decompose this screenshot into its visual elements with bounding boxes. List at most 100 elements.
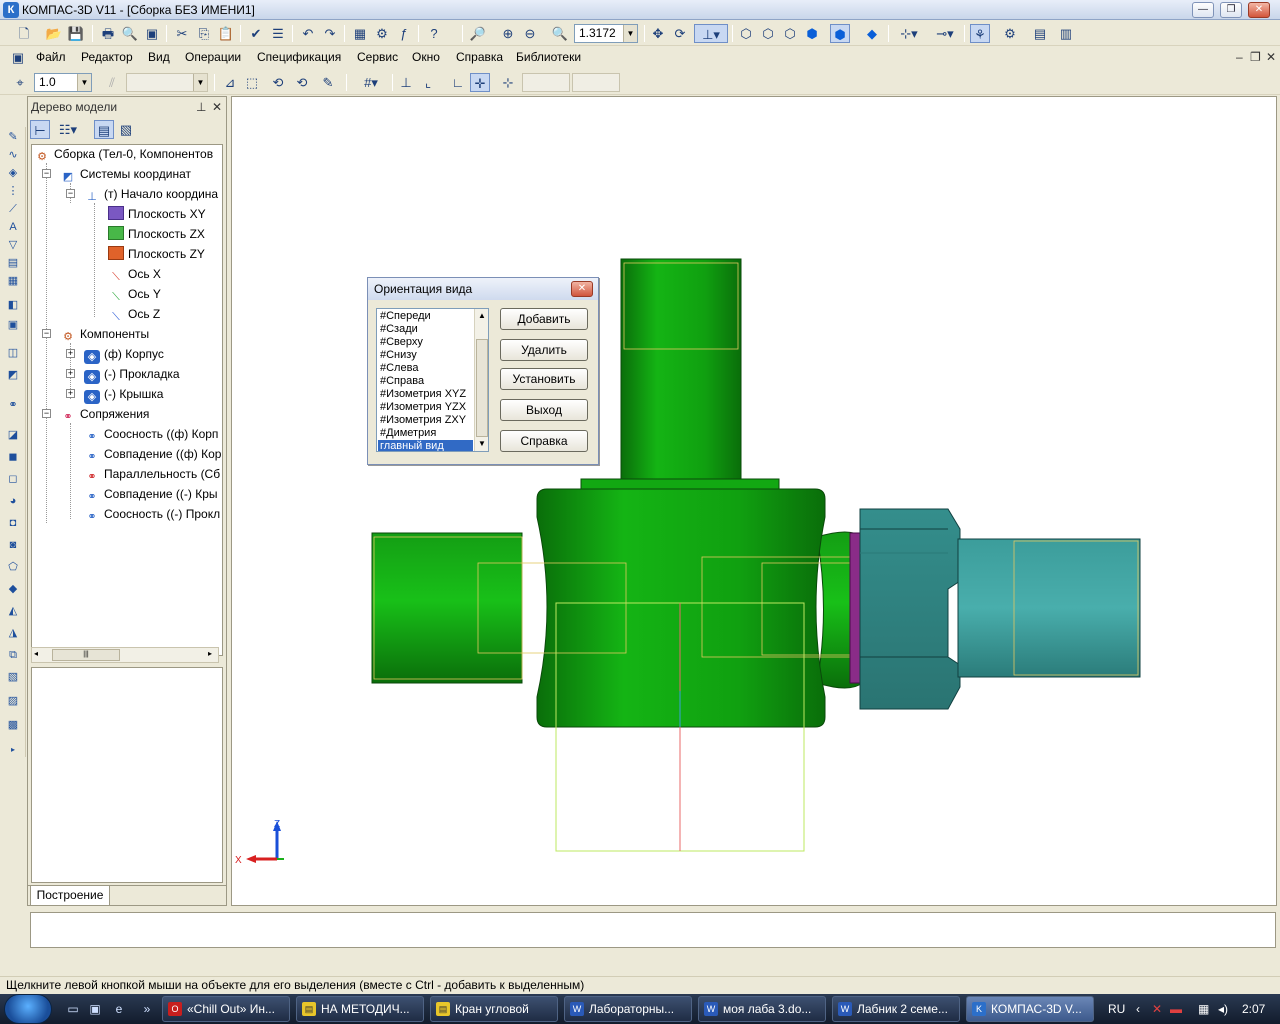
rib-icon[interactable]: ◆ bbox=[4, 581, 22, 598]
tree-node-plane-xy[interactable]: Плоскость XY bbox=[108, 205, 206, 223]
paste-icon[interactable]: 📋 bbox=[216, 24, 236, 43]
scroll-thumb[interactable]: ||| bbox=[52, 649, 120, 661]
zoom-out-icon[interactable]: ⊖ bbox=[520, 24, 540, 43]
snap-toggle-icon[interactable]: ✛ bbox=[470, 73, 490, 92]
tree-node-axis-x[interactable]: ⟍ Ось X bbox=[108, 265, 161, 283]
local-cs-icon[interactable]: ⊿ bbox=[220, 73, 240, 92]
tree-node-cover[interactable]: ◈ (-) Крышка bbox=[84, 385, 163, 404]
delete-button[interactable]: Удалить bbox=[500, 339, 588, 361]
properties-panel-icon[interactable]: ▤ bbox=[1030, 24, 1050, 43]
ie-icon[interactable]: e bbox=[110, 1000, 128, 1018]
scroll-down-icon[interactable]: ▼ bbox=[478, 439, 486, 448]
menu-file[interactable]: Файл bbox=[36, 50, 66, 64]
arrays-icon[interactable]: ⋮ bbox=[4, 183, 22, 200]
tree-node-plane-zx[interactable]: Плоскость ZX bbox=[108, 225, 205, 243]
doc-minimize-icon[interactable]: – bbox=[1236, 50, 1243, 64]
tree-node-assembly[interactable]: ⚙ Сборка (Тел-0, Компонентов bbox=[34, 145, 213, 163]
tab-construction[interactable]: Построение bbox=[30, 886, 110, 906]
view-list[interactable]: #Спереди #Сзади #Сверху #Снизу #Слева #С… bbox=[376, 308, 489, 452]
step-combo[interactable]: 1.0 ▼ bbox=[34, 73, 92, 92]
list-scrollbar[interactable]: ▲ ▼ bbox=[474, 309, 488, 451]
scroll-up-icon[interactable]: ▲ bbox=[478, 311, 486, 320]
sketch-icon[interactable]: A bbox=[4, 219, 22, 236]
shaded-icon[interactable]: ⬢ bbox=[802, 24, 822, 43]
cut-icon[interactable]: ✂ bbox=[172, 24, 192, 43]
variables-icon[interactable]: ƒ bbox=[394, 24, 414, 43]
doc-close-icon[interactable]: ✕ bbox=[1266, 50, 1276, 64]
show-desktop-icon[interactable]: ▭ bbox=[64, 1000, 82, 1018]
menu-window[interactable]: Окно bbox=[412, 50, 440, 64]
fillet-icon[interactable]: ◙ bbox=[4, 537, 22, 554]
tree-node-mate-1[interactable]: ⚭ Соосность ((ф) Корп bbox=[84, 425, 218, 443]
tree-node-origin[interactable]: ⊥ (т) Начало координа bbox=[84, 185, 218, 203]
minimize-button[interactable]: — bbox=[1192, 2, 1214, 18]
top-pipe[interactable] bbox=[620, 258, 742, 482]
component-create-icon[interactable]: ▣ bbox=[4, 317, 22, 334]
filter-icon[interactable]: ▽ bbox=[4, 237, 22, 254]
task-folder[interactable]: ▤ Кран угловой bbox=[430, 996, 558, 1022]
surfaces-icon[interactable]: ◈ bbox=[4, 165, 22, 182]
new-document-icon[interactable]: 🗋 bbox=[14, 24, 34, 43]
orientation-icon[interactable]: ⟲ bbox=[268, 73, 288, 92]
clock[interactable]: 2:07 bbox=[1242, 994, 1265, 1024]
tree-node-axis-y[interactable]: ⟍ Ось Y bbox=[108, 285, 161, 303]
menu-service[interactable]: Сервис bbox=[357, 50, 398, 64]
redo-icon[interactable]: ↷ bbox=[320, 24, 340, 43]
menu-libraries[interactable]: Библиотеки bbox=[516, 50, 581, 64]
task-doc1[interactable]: ▤ НА МЕТОДИЧ... bbox=[296, 996, 424, 1022]
list-item[interactable]: #Слева bbox=[380, 362, 418, 375]
tree-horizontal-scrollbar[interactable]: ◂ ||| ▸ bbox=[31, 647, 219, 663]
tree-node-components[interactable]: ⚙ Компоненты bbox=[60, 325, 149, 343]
tree-view-mode-icon[interactable]: ☷▾ bbox=[54, 120, 82, 139]
tray-arrow-icon[interactable]: ‹ bbox=[1136, 994, 1140, 1024]
grid-icon[interactable]: #▾ bbox=[356, 73, 386, 92]
tree-node-gasket[interactable]: ◈ (-) Прокладка bbox=[84, 365, 180, 384]
spatial-curves-icon[interactable]: ∿ bbox=[4, 147, 22, 164]
scroll-thumb[interactable] bbox=[476, 339, 488, 437]
report-icon[interactable]: ▤ bbox=[4, 255, 22, 272]
switch-windows-icon[interactable]: ▣ bbox=[86, 1000, 104, 1018]
pin-icon[interactable]: ⊥ bbox=[196, 97, 206, 117]
display-filter-icon[interactable]: ⊸▾ bbox=[930, 24, 960, 43]
section-icon[interactable]: ◭ bbox=[4, 603, 22, 620]
task-word2[interactable]: Wмоя лаба 3.do... bbox=[698, 996, 826, 1022]
add-button[interactable]: Добавить bbox=[500, 308, 588, 330]
measure-icon[interactable]: ▦ bbox=[4, 273, 22, 290]
array-tool-icon[interactable]: ▧ bbox=[4, 669, 22, 686]
tree-node-axis-z[interactable]: ⟍ Ось Z bbox=[108, 305, 160, 323]
open-folder-icon[interactable]: 📂 bbox=[44, 24, 64, 43]
maximize-button[interactable]: ❐ bbox=[1220, 2, 1242, 18]
move-component-icon[interactable]: ◫ bbox=[4, 345, 22, 362]
expand-icon[interactable]: + bbox=[66, 349, 75, 358]
task-opera[interactable]: O «Chill Out» Ин... bbox=[162, 996, 290, 1022]
tree-node-plane-zy[interactable]: Плоскость ZY bbox=[108, 245, 205, 263]
right-pipe[interactable] bbox=[957, 538, 1141, 678]
menu-help[interactable]: Справка bbox=[456, 50, 503, 64]
mates-tool-icon[interactable]: ⚭ bbox=[4, 397, 22, 414]
expand-icon[interactable]: + bbox=[66, 369, 75, 378]
shaded-edges-icon[interactable]: ⬢ bbox=[830, 24, 850, 43]
round-icon[interactable]: ⌞ bbox=[418, 73, 438, 92]
doc-restore-icon[interactable]: ❐ bbox=[1250, 50, 1261, 64]
save-icon[interactable]: 💾 bbox=[66, 24, 86, 43]
tree-node-mate-2[interactable]: ⚭ Совпадение ((ф) Кор bbox=[84, 445, 221, 463]
orientation-icon[interactable]: ⊥▾ bbox=[694, 24, 728, 43]
tree-toggle-icon[interactable]: ⚘ bbox=[970, 24, 990, 43]
collapse-icon[interactable]: − bbox=[66, 189, 75, 198]
tree-node-mate-3[interactable]: ⚭ Параллельность (Сб bbox=[84, 465, 220, 483]
parameters-icon[interactable]: ⚙ bbox=[1000, 24, 1020, 43]
perspective-icon[interactable]: ◆ bbox=[862, 24, 882, 43]
selection-filter-icon[interactable]: ⊹▾ bbox=[894, 24, 924, 43]
list-item[interactable]: #Изометрия YZX bbox=[380, 401, 466, 414]
panel-close-icon[interactable]: ✕ bbox=[212, 97, 222, 117]
copy-icon[interactable]: ⎘ bbox=[194, 24, 214, 43]
chamfer-icon[interactable]: ◘ bbox=[4, 515, 22, 532]
properties-icon[interactable]: ✔ bbox=[246, 24, 266, 43]
cut-extrude-icon[interactable]: ◻ bbox=[4, 471, 22, 488]
library-icon[interactable]: ⚙ bbox=[372, 24, 392, 43]
tray-antivirus-icon[interactable]: ✕ bbox=[1152, 994, 1162, 1024]
expand-icon[interactable]: + bbox=[66, 389, 75, 398]
menu-edit[interactable]: Редактор bbox=[81, 50, 133, 64]
print-icon[interactable]: 🖶 bbox=[98, 24, 118, 43]
rotate-component-icon[interactable]: ◩ bbox=[4, 367, 22, 384]
